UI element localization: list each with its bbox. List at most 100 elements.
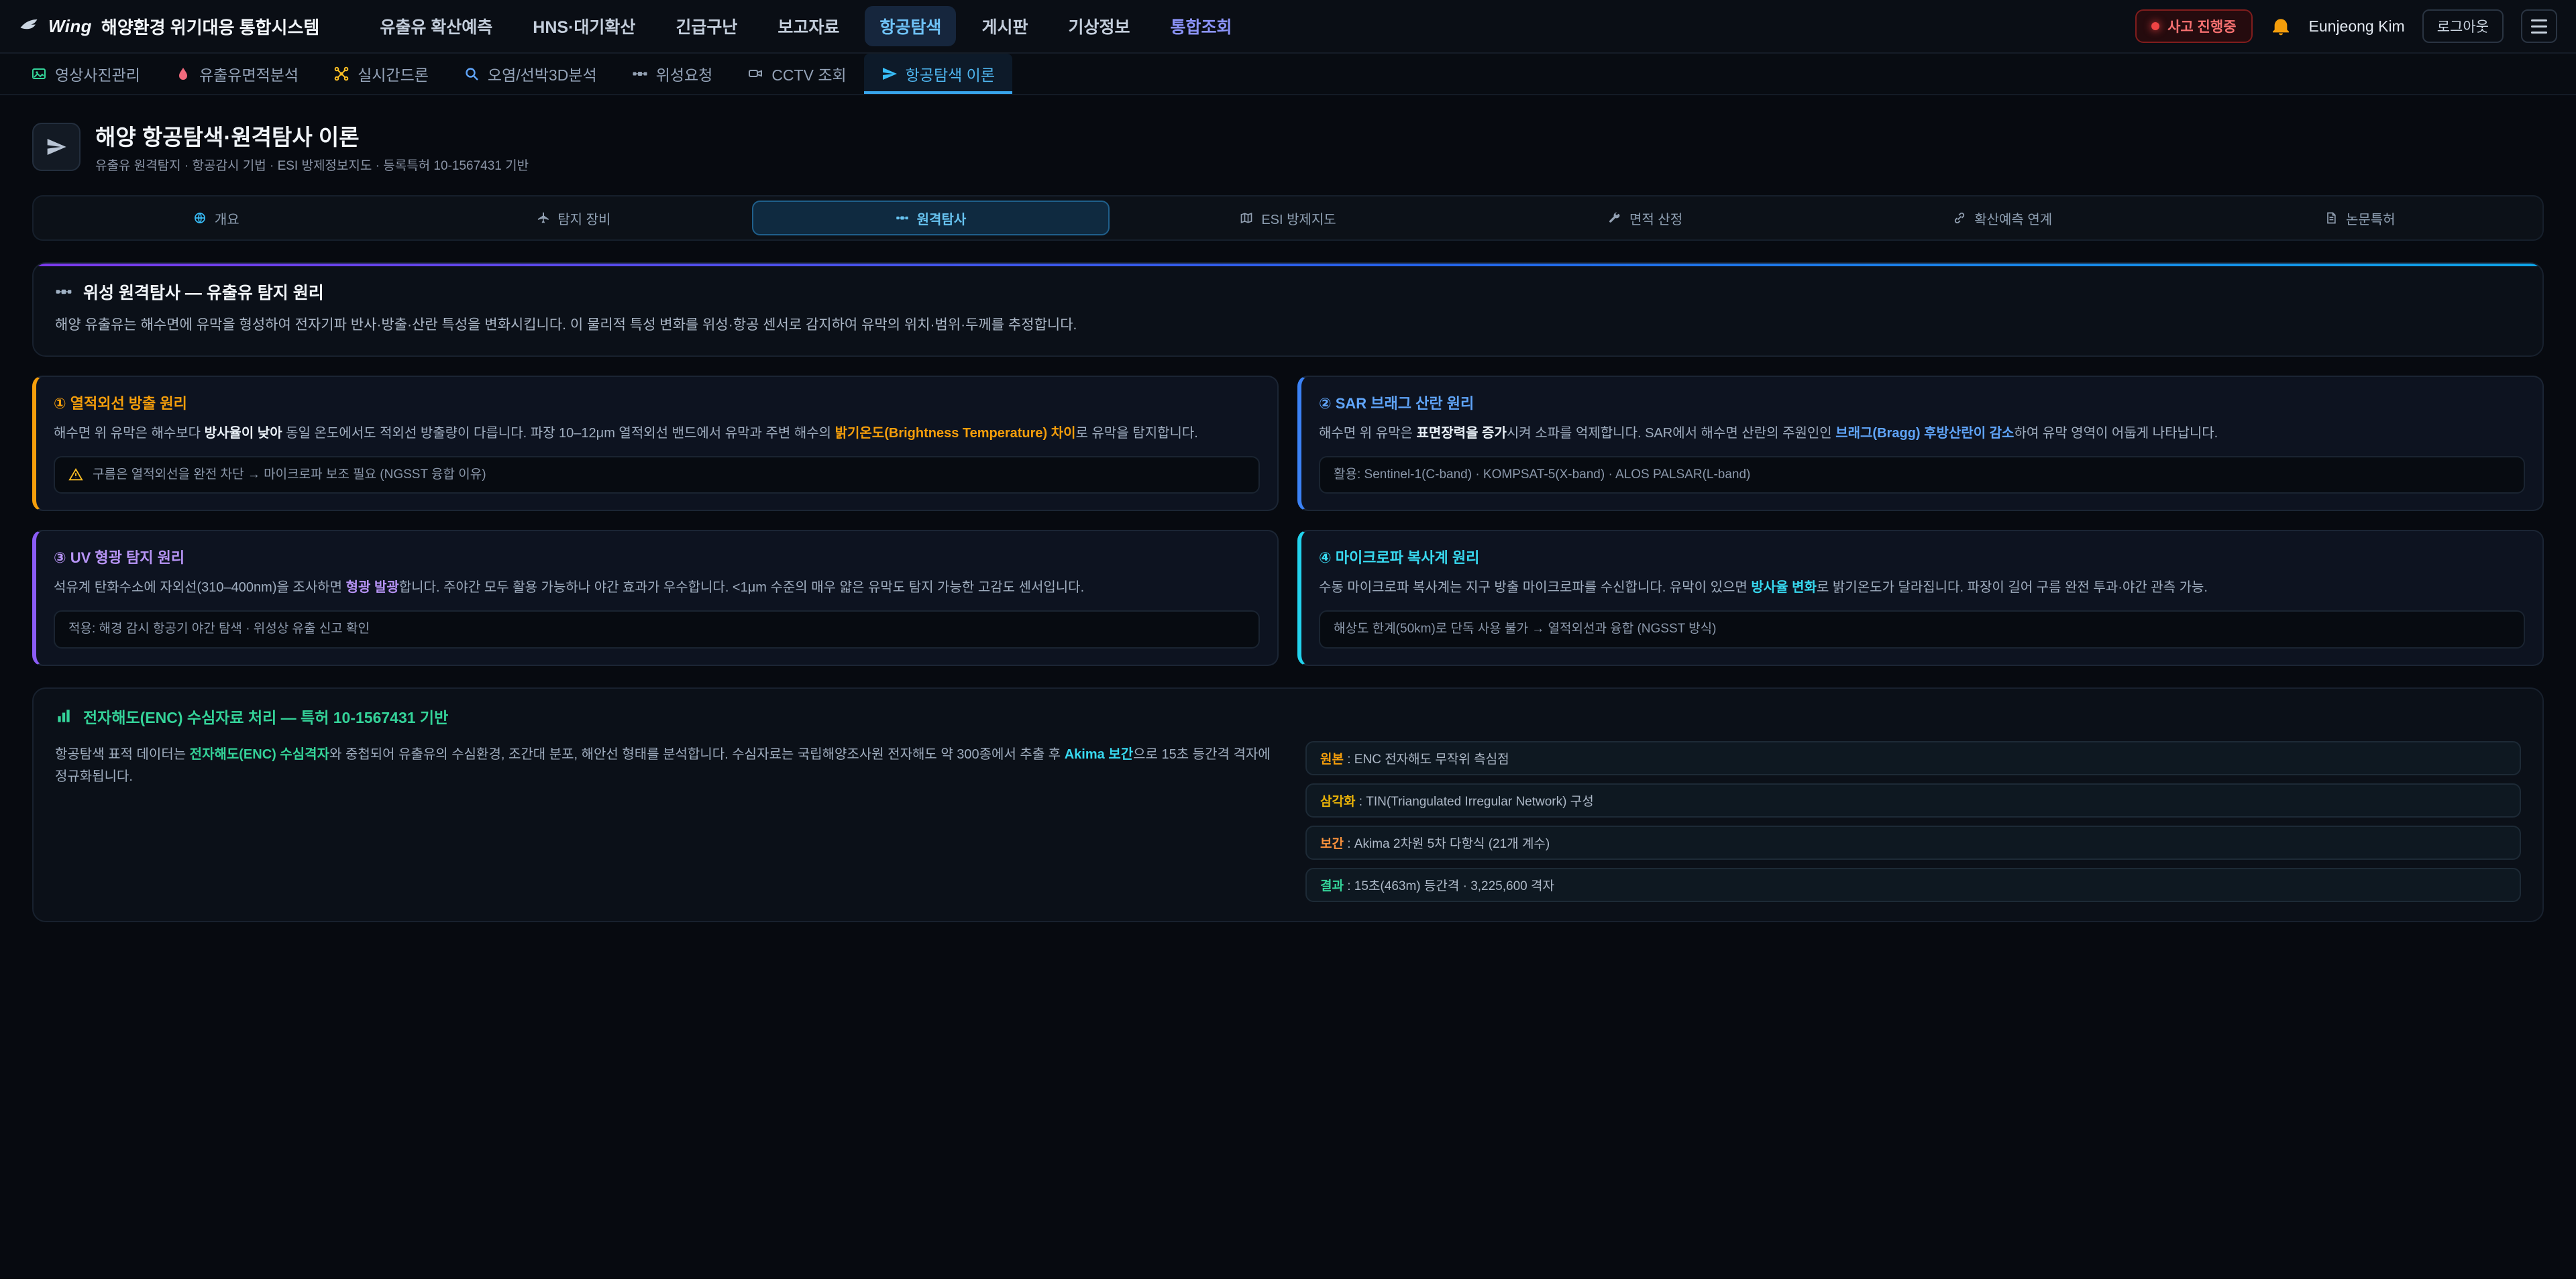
remote-sensing-heading: 위성 원격탐사 — 유출유 탐지 원리 xyxy=(55,280,2521,304)
tab-label: ESI 방제지도 xyxy=(1261,209,1336,228)
subtab-aerial-search-theory[interactable]: 항공탐색 이론 xyxy=(864,54,1012,94)
card-note-text: 활용: Sentinel-1(C-band) · KOMPSAT-5(X-ban… xyxy=(1334,465,1750,485)
enc-row-text: : Akima 2차원 5차 다항식 (21개 계수) xyxy=(1347,837,1550,851)
tab-area-calculation[interactable]: 면적 산정 xyxy=(1466,201,1824,235)
satellite-icon xyxy=(632,66,648,82)
remote-sensing-heading-text: 위성 원격탐사 — 유출유 탐지 원리 xyxy=(83,280,324,304)
card-title: ① 열적외선 방출 원리 xyxy=(54,392,1260,413)
tab-overview[interactable]: 개요 xyxy=(38,201,395,235)
nav-item-oil-spill-prediction[interactable]: 유출유 확산예측 xyxy=(365,6,507,46)
card-thermal-infrared: ① 열적외선 방출 원리 해수면 위 유막은 해수보다 방사율이 낮아 동일 온… xyxy=(32,376,1279,512)
card-note: 해상도 한계(50km)로 단독 사용 불가 → 열적외선과 융합 (NGSST… xyxy=(1319,610,2525,649)
paper-plane-icon xyxy=(46,136,67,158)
cctv-icon xyxy=(747,66,763,82)
subtab-oil-area-analysis[interactable]: 유출유면적분석 xyxy=(158,54,316,94)
tab-diffusion-prediction-link[interactable]: 확산예측 연계 xyxy=(1824,201,2182,235)
nav-item-integrated-search[interactable]: 통합조회 xyxy=(1155,6,1246,46)
theory-tab-bar: 개요 탐지 장비 원격탐사 ESI 방제지도 면적 산정 확산예측 연계 xyxy=(32,195,2544,241)
subtab-cctv[interactable]: CCTV 조회 xyxy=(730,54,863,94)
app-window: Wing 해양환경 위기대응 통합시스템 유출유 확산예측 HNS·대기확산 긴… xyxy=(0,0,2576,1278)
subtab-label: 위성요청 xyxy=(656,62,713,85)
subtab-label: 항공탐색 이론 xyxy=(906,62,995,85)
sub-nav: 영상사진관리 유출유면적분석 실시간드론 오염/선박3D분석 위성요청 CCTV… xyxy=(0,54,2576,95)
card-sar-bragg: ② SAR 브래그 산란 원리 해수면 위 유막은 표면장력을 증가시켜 소파를… xyxy=(1297,376,2544,512)
paper-plane-icon xyxy=(881,66,898,82)
tab-papers-patents[interactable]: 논문특허 xyxy=(2181,201,2538,235)
enc-row-label: 결과 xyxy=(1320,879,1344,893)
page-subtitle: 유출유 원격탐지 · 항공감시 기법 · ESI 방제정보지도 · 등록특허 1… xyxy=(95,156,529,174)
subtab-realtime-drone[interactable]: 실시간드론 xyxy=(316,54,446,94)
enc-row-text: : 15초(463m) 등간격 · 3,225,600 격자 xyxy=(1347,879,1554,893)
card-uv-fluorescence: ③ UV 형광 탐지 원리 석유계 탄화수소에 자외선(310–400nm)을 … xyxy=(32,530,1279,666)
nav-item-emergency-rescue[interactable]: 긴급구난 xyxy=(661,6,752,46)
logout-button[interactable]: 로그아웃 xyxy=(2422,9,2504,43)
nav-item-weather-info[interactable]: 기상정보 xyxy=(1053,6,1144,46)
subtab-pollution-ship-3d-analysis[interactable]: 오염/선박3D분석 xyxy=(446,54,614,94)
remote-sensing-section: 위성 원격탐사 — 유출유 탐지 원리 해양 유출유는 해수면에 유막을 형성하… xyxy=(32,262,2544,357)
brand-title: 해양환경 위기대응 통합시스템 xyxy=(101,14,319,39)
page-title: 해양 항공탐색·원격탐사 이론 xyxy=(95,119,529,152)
tab-label: 확산예측 연계 xyxy=(1974,209,2052,228)
nav-item-hns-air-diffusion[interactable]: HNS·대기확산 xyxy=(518,6,650,46)
card-microwave-radiometer: ④ 마이크로파 복사계 원리 수동 마이크로파 복사계는 지구 방출 마이크로파… xyxy=(1297,530,2544,666)
subtab-satellite-request[interactable]: 위성요청 xyxy=(614,54,731,94)
topbar-right: 사고 진행중 Eunjeong Kim 로그아웃 xyxy=(2135,9,2557,43)
card-note: 구름은 열적외선을 완전 차단 → 마이크로파 보조 필요 (NGSST 융합 … xyxy=(54,456,1260,494)
tab-label: 탐지 장비 xyxy=(557,209,610,228)
link-icon xyxy=(1953,211,1966,225)
plane-icon xyxy=(536,211,549,225)
subtab-label: 오염/선박3D분석 xyxy=(488,62,597,85)
nav-item-aerial-search[interactable]: 항공탐색 xyxy=(865,6,956,46)
enc-section-heading: 전자해도(ENC) 수심자료 처리 — 특허 10-1567431 기반 xyxy=(55,705,2521,728)
enc-row-triangulation: 삼각화 : TIN(Triangulated Irregular Network… xyxy=(1305,783,2521,818)
hamburger-menu-button[interactable] xyxy=(2521,9,2557,43)
brand-name: Wing xyxy=(48,16,92,37)
enc-description: 항공탐색 표적 데이터는 전자해도(ENC) 수심격자와 중첩되어 유출유의 수… xyxy=(55,744,1271,788)
tab-esi-response-map[interactable]: ESI 방제지도 xyxy=(1110,201,1467,235)
card-note: 활용: Sentinel-1(C-band) · KOMPSAT-5(X-ban… xyxy=(1319,456,2525,494)
card-body: 해수면 위 유막은 해수보다 방사율이 낮아 동일 온도에서도 적외선 방출량이… xyxy=(54,423,1260,444)
enc-row-text: : TIN(Triangulated Irregular Network) 구성 xyxy=(1359,795,1594,809)
principle-cards-grid: ① 열적외선 방출 원리 해수면 위 유막은 해수보다 방사율이 낮아 동일 온… xyxy=(32,376,2544,666)
nav-item-board[interactable]: 게시판 xyxy=(967,6,1042,46)
tab-remote-sensing[interactable]: 원격탐사 xyxy=(752,201,1110,235)
enc-bathymetry-section: 전자해도(ENC) 수심자료 처리 — 특허 10-1567431 기반 항공탐… xyxy=(32,687,2544,922)
tab-label: 개요 xyxy=(215,209,239,228)
card-note: 적용: 해경 감시 항공기 야간 탐색 · 위성상 유출 신고 확인 xyxy=(54,610,1260,649)
photo-icon xyxy=(31,66,47,82)
tab-label: 원격탐사 xyxy=(917,209,967,228)
drone-icon xyxy=(333,66,350,82)
card-body: 수동 마이크로파 복사계는 지구 방출 마이크로파를 수신합니다. 유막이 있으… xyxy=(1319,577,2525,598)
wrench-icon xyxy=(1608,211,1621,225)
incident-status-badge[interactable]: 사고 진행중 xyxy=(2135,9,2252,43)
nav-item-reports[interactable]: 보고자료 xyxy=(763,6,854,46)
enc-row-label: 보간 xyxy=(1320,837,1344,851)
enc-row-text: : ENC 전자해도 무작위 측심점 xyxy=(1347,753,1509,767)
subtab-image-photo-management[interactable]: 영상사진관리 xyxy=(13,54,158,94)
enc-row-label: 원본 xyxy=(1320,753,1344,767)
hamburger-icon xyxy=(2531,19,2547,21)
brand[interactable]: Wing 해양환경 위기대응 통합시스템 xyxy=(19,14,319,39)
card-note-text: 해상도 한계(50km)로 단독 사용 불가 → 열적외선과 융합 (NGSST… xyxy=(1334,620,1716,639)
incident-badge-label: 사고 진행중 xyxy=(2167,16,2236,36)
card-title: ④ 마이크로파 복사계 원리 xyxy=(1319,546,2525,567)
globe-icon xyxy=(193,211,207,225)
card-title: ② SAR 브래그 산란 원리 xyxy=(1319,392,2525,413)
subtab-label: 유출유면적분석 xyxy=(199,62,299,85)
main-content: 해양 항공탐색·원격탐사 이론 유출유 원격탐지 · 항공감시 기법 · ESI… xyxy=(0,95,2576,922)
warning-icon xyxy=(68,467,83,482)
magnifier-icon xyxy=(464,66,480,82)
remote-sensing-description: 해양 유출유는 해수면에 유막을 형성하여 전자기파 반사·방출·산란 특성을 … xyxy=(55,315,2521,337)
notification-bell-button[interactable] xyxy=(2270,15,2292,37)
oil-area-icon xyxy=(175,66,191,82)
card-note-text: 구름은 열적외선을 완전 차단 → 마이크로파 보조 필요 (NGSST 융합 … xyxy=(93,465,486,485)
tab-detection-equipment[interactable]: 탐지 장비 xyxy=(395,201,753,235)
map-icon xyxy=(1240,211,1253,225)
user-name: Eunjeong Kim xyxy=(2309,17,2405,36)
subtab-label: 영상사진관리 xyxy=(55,62,140,85)
wing-icon xyxy=(19,16,39,36)
enc-row-source: 원본 : ENC 전자해도 무작위 측심점 xyxy=(1305,741,2521,775)
docs-icon xyxy=(2324,211,2338,225)
satellite-icon xyxy=(55,283,72,300)
page-icon-box xyxy=(32,123,80,171)
